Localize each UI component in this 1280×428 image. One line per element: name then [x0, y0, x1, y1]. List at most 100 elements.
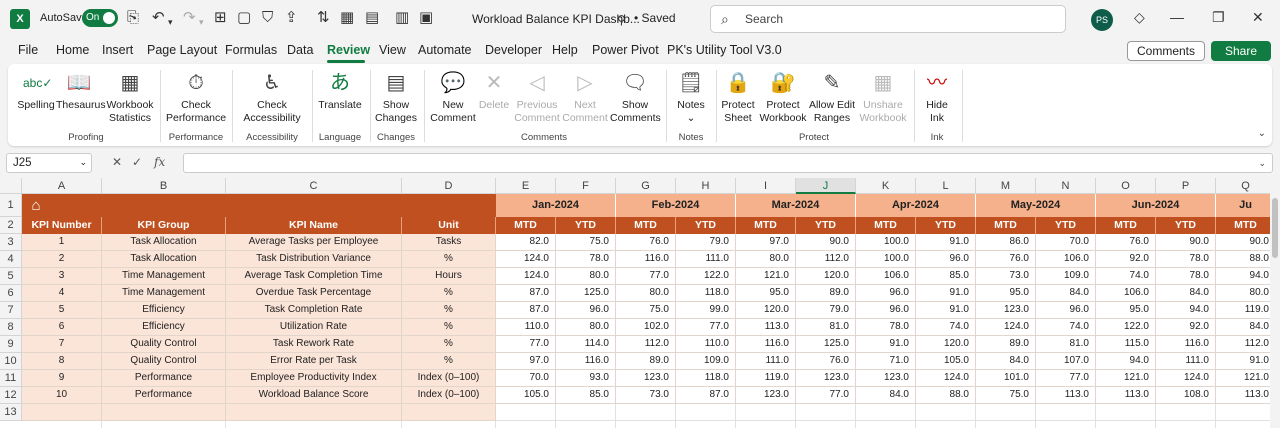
- table-cell[interactable]: 95.0: [736, 285, 796, 302]
- table-cell[interactable]: 77.0: [1036, 370, 1096, 387]
- table-cell[interactable]: Task Allocation: [102, 251, 226, 268]
- table-cell[interactable]: 82.0: [496, 234, 556, 251]
- table-cell[interactable]: 121.0: [1096, 370, 1156, 387]
- table-cell[interactable]: 96.0: [1036, 302, 1096, 319]
- restore-icon[interactable]: ❐: [1212, 9, 1225, 26]
- protect-sheet-button[interactable]: 🔒 Protect Sheet: [720, 70, 756, 125]
- workbook-statistics-button[interactable]: ▦ Workbook Statistics: [104, 70, 156, 125]
- allow-edit-ranges-button[interactable]: ✎ Allow Edit Ranges: [808, 70, 856, 125]
- table-cell[interactable]: Time Management: [102, 268, 226, 285]
- new-comment-button[interactable]: 💬 New Comment: [428, 70, 478, 125]
- table-cell[interactable]: 94.0: [1096, 353, 1156, 370]
- table-cell[interactable]: Workload Balance Score: [226, 387, 402, 404]
- table-cell[interactable]: Quality Control: [102, 353, 226, 370]
- table-cell[interactable]: 105.0: [916, 353, 976, 370]
- table-cell[interactable]: 5: [22, 302, 102, 319]
- calculator-icon[interactable]: ▥: [395, 9, 409, 27]
- tab-data[interactable]: Data: [287, 43, 313, 57]
- table-cell[interactable]: 122.0: [1096, 319, 1156, 336]
- table-cell[interactable]: 91.0: [916, 234, 976, 251]
- table-cell[interactable]: 125.0: [796, 336, 856, 353]
- column-header-a[interactable]: A: [22, 178, 102, 194]
- table-cell[interactable]: 77.0: [796, 387, 856, 404]
- table-cell[interactable]: Task Distribution Variance: [226, 251, 402, 268]
- column-header-n[interactable]: N: [1036, 178, 1096, 194]
- table-cell[interactable]: 84.0: [976, 353, 1036, 370]
- table-cell[interactable]: 102.0: [616, 319, 676, 336]
- share-export-icon[interactable]: ⇪: [285, 9, 298, 27]
- table-cell[interactable]: 109.0: [676, 353, 736, 370]
- table-cell[interactable]: 121.0: [736, 268, 796, 285]
- table-cell[interactable]: Employee Productivity Index: [226, 370, 402, 387]
- table-cell[interactable]: 113.0: [1036, 387, 1096, 404]
- table-cell[interactable]: 109.0: [1036, 268, 1096, 285]
- table-cell[interactable]: 75.0: [976, 387, 1036, 404]
- table-cell[interactable]: 86.0: [976, 234, 1036, 251]
- table-cell[interactable]: 70.0: [496, 370, 556, 387]
- row-header-2[interactable]: 2: [0, 217, 22, 234]
- table-cell[interactable]: 96.0: [856, 285, 916, 302]
- table-cell[interactable]: 116.0: [1156, 336, 1216, 353]
- autosave-toggle[interactable]: On: [82, 9, 118, 27]
- table-cell[interactable]: Index (0–100): [402, 387, 496, 404]
- saved-status[interactable]: • Saved: [634, 11, 676, 25]
- tab-insert[interactable]: Insert: [102, 43, 133, 57]
- row-header-9[interactable]: 9: [0, 336, 22, 353]
- table-cell[interactable]: 120.0: [916, 336, 976, 353]
- column-header-f[interactable]: F: [556, 178, 616, 194]
- table-cell[interactable]: 95.0: [1096, 302, 1156, 319]
- tab-power-pivot[interactable]: Power Pivot: [592, 43, 659, 57]
- table-cell[interactable]: 101.0: [976, 370, 1036, 387]
- table-cell[interactable]: %: [402, 302, 496, 319]
- notes-button[interactable]: 🗒 Notes ⌄: [672, 70, 710, 125]
- table-cell[interactable]: 123.0: [796, 370, 856, 387]
- row-header-4[interactable]: 4: [0, 251, 22, 268]
- table-cell[interactable]: 118.0: [676, 370, 736, 387]
- table-cell[interactable]: 76.0: [796, 353, 856, 370]
- table-cell[interactable]: 80.0: [556, 268, 616, 285]
- share-button[interactable]: Share: [1211, 41, 1271, 61]
- table-cell[interactable]: 4: [22, 285, 102, 302]
- table-cell[interactable]: 73.0: [976, 268, 1036, 285]
- row-header-6[interactable]: 6: [0, 285, 22, 302]
- row-header-10[interactable]: 10: [0, 353, 22, 370]
- table-cell[interactable]: 106.0: [1096, 285, 1156, 302]
- table-cell[interactable]: 87.0: [676, 387, 736, 404]
- table-cell[interactable]: 77.0: [616, 268, 676, 285]
- table-cell[interactable]: %: [402, 251, 496, 268]
- table-cell[interactable]: 124.0: [976, 319, 1036, 336]
- table-cell[interactable]: 116.0: [736, 336, 796, 353]
- column-header-g[interactable]: G: [616, 178, 676, 194]
- protect-workbook-button[interactable]: 🔐 Protect Workbook: [758, 70, 808, 125]
- row-header-3[interactable]: 3: [0, 234, 22, 251]
- table-cell[interactable]: Task Allocation: [102, 234, 226, 251]
- select-all-corner[interactable]: [0, 178, 22, 194]
- table-cell[interactable]: 84.0: [1156, 285, 1216, 302]
- table-cell[interactable]: 116.0: [556, 353, 616, 370]
- table-cell[interactable]: Performance: [102, 370, 226, 387]
- table-cell[interactable]: Overdue Task Percentage: [226, 285, 402, 302]
- table-cell[interactable]: 111.0: [1156, 353, 1216, 370]
- table-cell[interactable]: %: [402, 319, 496, 336]
- table-cell[interactable]: 70.0: [1036, 234, 1096, 251]
- table-cell[interactable]: 123.0: [976, 302, 1036, 319]
- sort-icon[interactable]: ⇅: [317, 9, 330, 27]
- formula-input[interactable]: ⌄: [183, 153, 1273, 173]
- table-cell[interactable]: 119.0: [1216, 302, 1276, 319]
- table-cell[interactable]: 121.0: [1216, 370, 1276, 387]
- form-icon[interactable]: ▣: [419, 9, 433, 27]
- table-cell[interactable]: 91.0: [1216, 353, 1276, 370]
- table-cell[interactable]: 115.0: [1096, 336, 1156, 353]
- search-box[interactable]: ⌕ Search: [710, 5, 1066, 33]
- table-cell[interactable]: 74.0: [916, 319, 976, 336]
- avatar[interactable]: PS: [1091, 9, 1113, 31]
- comments-button[interactable]: Comments: [1127, 41, 1205, 61]
- table-cell[interactable]: 112.0: [616, 336, 676, 353]
- table-cell[interactable]: Tasks: [402, 234, 496, 251]
- table-cell[interactable]: 108.0: [1156, 387, 1216, 404]
- table-cell[interactable]: 71.0: [856, 353, 916, 370]
- worksheet-grid[interactable]: A B C D E F G H I J K L M N O P Q 1 2 3 4 5 6 7 8 9 10 11 12 13 ⌂ Jan-2…: [0, 178, 1280, 428]
- table-cell[interactable]: 92.0: [1156, 319, 1216, 336]
- table-cell[interactable]: 116.0: [616, 251, 676, 268]
- table-cell[interactable]: 112.0: [1216, 336, 1276, 353]
